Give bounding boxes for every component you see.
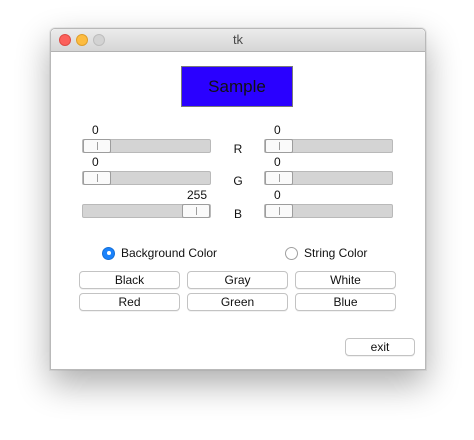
fg-red-slider[interactable] [264,139,393,153]
gray-button[interactable]: Gray [187,271,288,289]
fg-red-slider-thumb[interactable] [265,139,293,153]
fg-green-slider[interactable] [264,171,393,185]
red-channel-label: R [233,142,243,156]
fg-green-value: 0 [274,155,281,169]
bg-blue-slider[interactable] [82,204,211,218]
green-button[interactable]: Green [187,293,288,311]
bg-green-slider[interactable] [82,171,211,185]
bg-red-slider[interactable] [82,139,211,153]
string-color-radio-label: String Color [304,246,368,260]
bg-red-value: 0 [92,123,99,137]
bg-red-slider-thumb[interactable] [83,139,111,153]
exit-button[interactable]: exit [345,338,415,356]
blue-channel-label: B [233,207,242,221]
fg-blue-slider-thumb[interactable] [265,204,293,218]
window-title: tk [232,32,244,47]
white-button[interactable]: White [295,271,396,289]
blue-button[interactable]: Blue [295,293,396,311]
window-content: Sample 0 0 255 R G B 0 0 0 Background Co… [51,52,425,369]
red-button[interactable]: Red [79,293,180,311]
string-color-radio[interactable]: String Color [285,245,367,261]
fg-blue-slider[interactable] [264,204,393,218]
radio-selected-icon [102,246,115,260]
fg-blue-value: 0 [274,188,281,202]
bg-blue-slider-thumb[interactable] [182,204,210,218]
green-channel-label: G [233,174,243,188]
bg-blue-value: 255 [187,188,208,202]
bg-green-slider-thumb[interactable] [83,171,111,185]
fg-green-slider-thumb[interactable] [265,171,293,185]
bg-green-value: 0 [92,155,99,169]
background-color-radio-label: Background Color [121,246,218,260]
tk-window: tk Sample 0 0 255 R G B 0 0 0 Background… [50,28,426,370]
background-color-radio[interactable]: Background Color [102,245,217,261]
sample-label: Sample [181,66,293,107]
title-bar[interactable]: tk [51,29,425,52]
radio-unselected-icon [285,246,298,260]
fg-red-value: 0 [274,123,281,137]
black-button[interactable]: Black [79,271,180,289]
